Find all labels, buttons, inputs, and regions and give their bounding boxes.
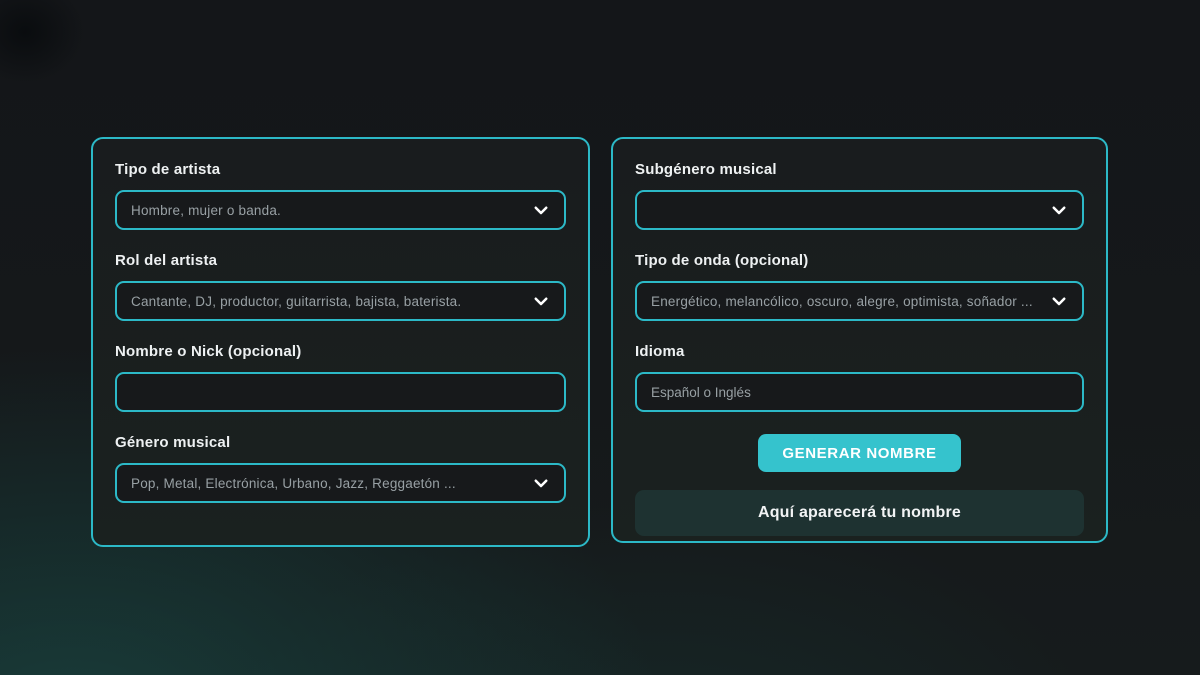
select-genero-musical[interactable]: Pop, Metal, Electrónica, Urbano, Jazz, R… [115, 463, 566, 503]
select-placeholder-text: Hombre, mujer o banda. [131, 203, 281, 218]
field-group-tipo-de-artista: Tipo de artista Hombre, mujer o banda. [115, 161, 566, 230]
field-label-tipo-de-onda: Tipo de onda (opcional) [635, 252, 1084, 270]
field-group-nombre-nick: Nombre o Nick (opcional) [115, 343, 566, 434]
select-rol-del-artista[interactable]: Cantante, DJ, productor, guitarrista, ba… [115, 281, 566, 321]
field-group-rol-del-artista: Rol del artista Cantante, DJ, productor,… [115, 252, 566, 321]
generate-name-button[interactable]: GENERAR NOMBRE [758, 434, 960, 472]
chevron-down-icon [524, 474, 550, 492]
idioma-input[interactable] [635, 372, 1084, 412]
field-label-subgenero-musical: Subgénero musical [635, 161, 1084, 179]
select-subgenero-musical[interactable] [635, 190, 1084, 230]
chevron-down-icon [1042, 292, 1068, 310]
field-group-genero-musical: Género musical Pop, Metal, Electrónica, … [115, 434, 566, 503]
field-label-rol-del-artista: Rol del artista [115, 252, 566, 270]
chevron-down-icon [1042, 201, 1068, 219]
field-label-nombre-nick: Nombre o Nick (opcional) [115, 343, 566, 361]
field-group-tipo-de-onda: Tipo de onda (opcional) Energético, mela… [635, 252, 1084, 321]
select-placeholder-text: Pop, Metal, Electrónica, Urbano, Jazz, R… [131, 476, 456, 491]
field-group-idioma: Idioma [635, 343, 1084, 434]
field-label-tipo-de-artista: Tipo de artista [115, 161, 566, 179]
select-tipo-de-onda[interactable]: Energético, melancólico, oscuro, alegre,… [635, 281, 1084, 321]
artist-form-panel-right: Subgénero musical Tipo de onda (opcional… [611, 137, 1108, 543]
chevron-down-icon [524, 292, 550, 310]
field-label-genero-musical: Género musical [115, 434, 566, 452]
generated-name-result-box: Aquí aparecerá tu nombre [635, 490, 1084, 536]
select-placeholder-text: Energético, melancólico, oscuro, alegre,… [651, 294, 1033, 309]
nombre-nick-input[interactable] [115, 372, 566, 412]
field-group-subgenero-musical: Subgénero musical [635, 161, 1084, 230]
artist-form-panel-left: Tipo de artista Hombre, mujer o banda. R… [91, 137, 590, 547]
chevron-down-icon [524, 201, 550, 219]
field-label-idioma: Idioma [635, 343, 1084, 361]
select-tipo-de-artista[interactable]: Hombre, mujer o banda. [115, 190, 566, 230]
page-background: { "theme": { "accent_cyan": "#35c3cd", "… [0, 0, 1200, 675]
select-placeholder-text: Cantante, DJ, productor, guitarrista, ba… [131, 294, 461, 309]
